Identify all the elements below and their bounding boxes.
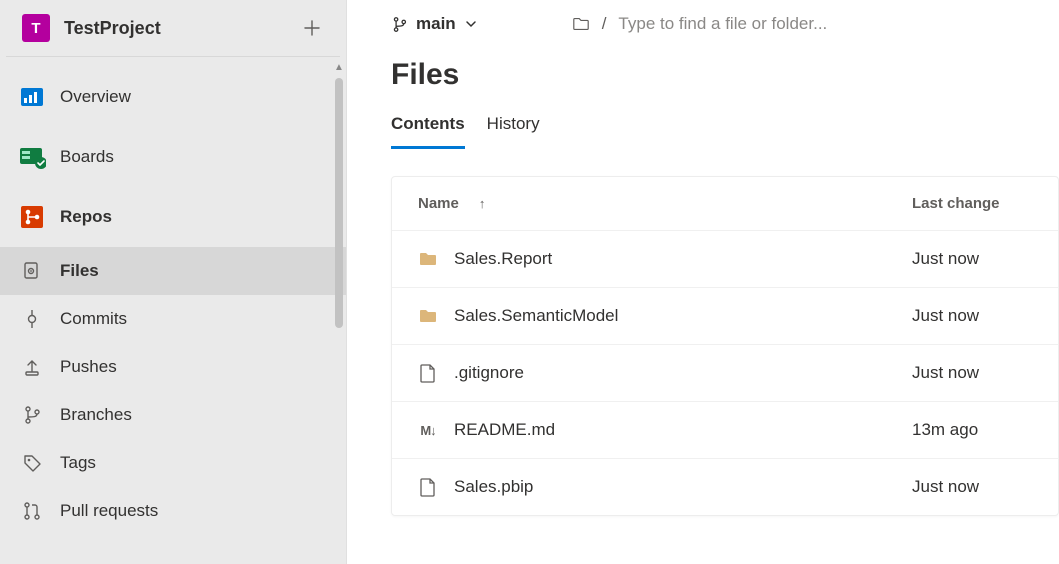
file-lastchange: Just now [912, 477, 1032, 497]
branch-selector[interactable]: main [391, 14, 498, 34]
file-name: Sales.pbip [454, 477, 533, 497]
add-project-button[interactable] [300, 16, 324, 40]
files-icon [18, 261, 46, 281]
folder-icon[interactable] [572, 15, 590, 33]
sidebar: T TestProject Overview Boards Repos [0, 0, 347, 564]
table-row[interactable]: Sales.Report Just now [392, 230, 1058, 287]
sidebar-subitem-pushes[interactable]: Pushes [0, 343, 346, 391]
file-table-header: Name ↑ Last change [392, 177, 1058, 230]
file-name: README.md [454, 420, 555, 440]
sidebar-item-label: Repos [60, 207, 112, 227]
table-row[interactable]: .gitignore Just now [392, 344, 1058, 401]
project-header: T TestProject [6, 0, 340, 57]
tab-contents[interactable]: Contents [391, 104, 465, 149]
sidebar-subitem-label: Branches [60, 405, 132, 425]
tags-icon [18, 453, 46, 473]
file-name: Sales.SemanticModel [454, 306, 618, 326]
scroll-thumb[interactable] [335, 78, 343, 328]
file-lastchange: 13m ago [912, 420, 1032, 440]
column-header-lastchange[interactable]: Last change [912, 195, 1032, 212]
pushes-icon [18, 357, 46, 377]
sidebar-item-repos[interactable]: Repos [0, 187, 346, 247]
file-lastchange: Just now [912, 306, 1032, 326]
markdown-icon: M↓ [418, 420, 438, 440]
sidebar-subitem-label: Commits [60, 309, 127, 329]
sidebar-subitem-commits[interactable]: Commits [0, 295, 346, 343]
breadcrumb-bar: main / [347, 0, 1059, 42]
file-lastchange: Just now [912, 249, 1032, 269]
table-row[interactable]: M↓ README.md 13m ago [392, 401, 1058, 458]
file-icon [418, 363, 438, 383]
path-search: / [572, 14, 1059, 34]
branch-icon [391, 16, 408, 33]
nav-list: Overview Boards Repos Files Commits [0, 57, 346, 535]
plus-icon [304, 20, 320, 36]
commits-icon [18, 309, 46, 329]
sidebar-subitem-branches[interactable]: Branches [0, 391, 346, 439]
sidebar-subitem-pullrequests[interactable]: Pull requests [0, 487, 346, 535]
sidebar-item-label: Overview [60, 87, 131, 107]
file-icon [418, 477, 438, 497]
file-name: .gitignore [454, 363, 524, 383]
sidebar-subitem-label: Files [60, 261, 99, 281]
column-header-name-label: Name [418, 195, 459, 212]
sidebar-subitem-label: Tags [60, 453, 96, 473]
file-name: Sales.Report [454, 249, 552, 269]
sidebar-subitem-files[interactable]: Files [0, 247, 346, 295]
sidebar-item-label: Boards [60, 147, 114, 167]
main-content: main / Files Contents History Name ↑ Las… [347, 0, 1059, 564]
sidebar-subitem-tags[interactable]: Tags [0, 439, 346, 487]
table-row[interactable]: Sales.SemanticModel Just now [392, 287, 1058, 344]
table-row[interactable]: Sales.pbip Just now [392, 458, 1058, 515]
folder-icon [418, 306, 438, 326]
sidebar-scrollbar[interactable]: ▲ [332, 60, 346, 564]
sidebar-subitem-label: Pull requests [60, 501, 158, 521]
repos-icon [18, 203, 46, 231]
path-search-input[interactable] [618, 14, 1059, 34]
page-title: Files [347, 42, 1059, 104]
boards-icon [18, 143, 46, 171]
folder-icon [418, 249, 438, 269]
tabs: Contents History [347, 104, 1059, 150]
file-table: Name ↑ Last change Sales.Report Just now… [391, 176, 1059, 516]
project-name[interactable]: TestProject [64, 18, 300, 39]
sort-ascending-icon: ↑ [479, 196, 486, 211]
sidebar-subitem-label: Pushes [60, 357, 117, 377]
file-lastchange: Just now [912, 363, 1032, 383]
pullrequests-icon [18, 501, 46, 521]
column-header-name[interactable]: Name ↑ [418, 195, 912, 212]
project-badge: T [22, 14, 50, 42]
tab-history[interactable]: History [487, 104, 540, 149]
overview-icon [18, 83, 46, 111]
branch-name: main [416, 14, 456, 34]
sidebar-item-boards[interactable]: Boards [0, 127, 346, 187]
branches-icon [18, 405, 46, 425]
sidebar-item-overview[interactable]: Overview [0, 67, 346, 127]
chevron-down-icon [464, 17, 478, 31]
scroll-up-arrow-icon[interactable]: ▲ [332, 60, 346, 74]
path-separator: / [602, 14, 607, 34]
